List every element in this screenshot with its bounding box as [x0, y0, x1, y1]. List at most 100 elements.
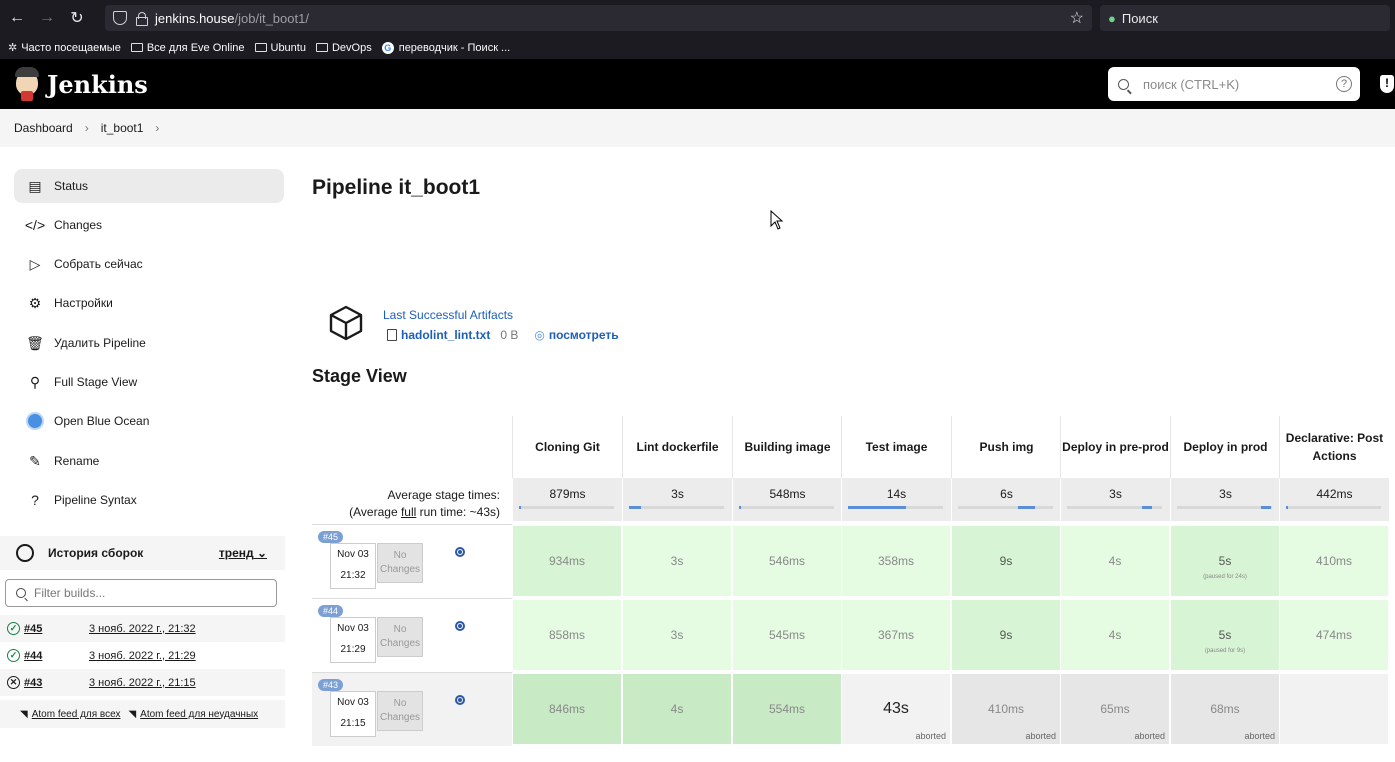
bookmark-star-icon[interactable]: ☆ — [1070, 8, 1084, 28]
avg-label-line1: Average stage times: — [387, 488, 500, 502]
forward-icon[interactable]: → — [34, 5, 60, 31]
build-date-link[interactable]: 3 нояб. 2022 г., 21:32 — [89, 623, 196, 635]
avg-label-line2: (Average full run time: ~43s) — [349, 505, 500, 519]
build-number-link[interactable]: #44 — [24, 650, 89, 662]
stage-cell[interactable]: 474ms — [1279, 599, 1389, 671]
bookmark-eve[interactable]: Все для Eve Online — [130, 42, 245, 54]
bookmark-devops[interactable]: DevOps — [315, 42, 372, 54]
jenkins-logo-icon[interactable] — [13, 67, 41, 101]
sidebar-item-pipeline-syntax[interactable]: ? Pipeline Syntax — [14, 483, 284, 517]
aborted-label: aborted — [1134, 731, 1165, 741]
stage-cell[interactable]: 858ms — [512, 599, 622, 671]
stage-cell[interactable]: 846ms — [512, 673, 622, 745]
bookmark-ubuntu[interactable]: Ubuntu — [254, 41, 306, 54]
sidebar-item-configure[interactable]: ⚙ Настройки — [14, 286, 284, 320]
build-badge[interactable]: #43 — [318, 679, 344, 691]
search-engine-icon: ● — [1108, 10, 1116, 26]
build-badge[interactable]: #45 — [318, 531, 344, 543]
breadcrumb: Dashboard › it_boot1 › — [0, 109, 1395, 147]
stage-cell[interactable]: 3s — [622, 525, 732, 597]
stage-cell[interactable]: 3s — [622, 599, 732, 671]
stage-average-bar-fill — [739, 506, 741, 509]
sidebar-item-changes[interactable]: </> Changes — [14, 208, 284, 242]
sidebar-item-label: Настройки — [54, 296, 113, 310]
build-row[interactable]: ✕ #43 3 нояб. 2022 г., 21:15 — [0, 669, 285, 696]
build-time: 21:15 — [340, 718, 366, 729]
stage-duration: 934ms — [548, 554, 586, 568]
breadcrumb-dashboard[interactable]: Dashboard — [14, 121, 73, 135]
last-successful-artifacts-link[interactable]: Last Successful Artifacts — [383, 308, 513, 322]
stage-cell[interactable]: 9s — [951, 525, 1061, 597]
build-number-link[interactable]: #45 — [24, 623, 89, 635]
stage-cell[interactable]: 4s — [1060, 525, 1170, 597]
browser-search[interactable]: ● Поиск — [1100, 5, 1390, 31]
build-date-link[interactable]: 3 нояб. 2022 г., 21:29 — [89, 650, 196, 662]
sidebar-item-build-now[interactable]: ▷ Собрать сейчас — [14, 247, 284, 281]
stage-cell[interactable]: 410ms aborted — [951, 673, 1061, 745]
build-row[interactable]: ✓ #45 3 нояб. 2022 г., 21:32 — [0, 615, 285, 642]
stage-cell[interactable]: 5s (paused for 24s) — [1170, 525, 1280, 597]
stage-cell[interactable]: 5s (paused for 9s) — [1170, 599, 1280, 671]
breadcrumb-job[interactable]: it_boot1 — [101, 121, 144, 135]
atom-feed-failed-link[interactable]: Atom feed для неудачных — [140, 709, 258, 720]
stage-cell[interactable]: 68ms aborted — [1170, 673, 1280, 745]
stage-cell[interactable]: 358ms — [841, 525, 951, 597]
build-date-box: Nov 03 21:32 — [330, 543, 376, 589]
stage-cell[interactable]: 554ms — [732, 673, 842, 745]
sidebar-item-blue-ocean[interactable]: Open Blue Ocean — [14, 404, 284, 438]
search-input[interactable]: поиск (CTRL+K) ? — [1108, 67, 1360, 101]
bookmark-translator[interactable]: Gпереводчик - Поиск ... — [381, 41, 510, 54]
stage-duration: 546ms — [768, 554, 806, 568]
trend-link[interactable]: тренд ⌄ — [219, 546, 267, 560]
stage-duration: 5s — [1218, 628, 1232, 642]
stage-cell[interactable]: 367ms — [841, 599, 951, 671]
stage-cell[interactable]: 65ms aborted — [1060, 673, 1170, 745]
artifact-name-link[interactable]: hadolint_lint.txt — [401, 328, 490, 342]
sidebar-item-label: Changes — [54, 218, 103, 232]
url-bar[interactable]: jenkins.house/job/it_boot1/ ☆ — [105, 5, 1092, 31]
stage-cell[interactable]: 545ms — [732, 599, 842, 671]
security-warning-icon[interactable]: ! — [1380, 75, 1394, 93]
sidebar-item-delete[interactable]: 🗑 Удалить Pipeline — [14, 326, 284, 360]
stage-average-bar — [629, 506, 724, 509]
back-icon[interactable]: ← — [4, 5, 30, 31]
stage-average-bar — [519, 506, 614, 509]
stage-cell[interactable]: 410ms — [1279, 525, 1389, 597]
build-row[interactable]: ✓ #44 3 нояб. 2022 г., 21:29 — [0, 642, 285, 669]
stage-cell[interactable]: 4s — [1060, 599, 1170, 671]
stage-cell[interactable]: 546ms — [732, 525, 842, 597]
filter-builds-input[interactable]: Filter builds... — [5, 579, 277, 607]
url-path: /job/it_boot1/ — [234, 10, 309, 26]
avg-full-link[interactable]: full — [401, 505, 416, 519]
stage-duration: 4s — [1108, 554, 1122, 568]
build-details-icon[interactable] — [455, 621, 465, 631]
bookmark-label: Ubuntu — [270, 41, 306, 54]
build-details-icon[interactable] — [455, 695, 465, 705]
reload-icon[interactable]: ↻ — [64, 5, 90, 31]
stage-average-bar — [958, 506, 1053, 509]
artifact-view-link[interactable]: посмотреть — [549, 328, 619, 342]
help-icon[interactable]: ? — [1336, 76, 1352, 92]
tracking-shield-icon[interactable] — [113, 11, 127, 25]
jenkins-title[interactable]: Jenkins — [47, 70, 148, 99]
no-changes-box: No Changes — [377, 617, 423, 657]
lock-icon[interactable] — [135, 12, 148, 26]
stage-cell[interactable]: 9s — [951, 599, 1061, 671]
sidebar-item-status[interactable]: ▤ Status — [14, 169, 284, 203]
browser-toolbar: ← → ↻ jenkins.house/job/it_boot1/ ☆ ● По… — [0, 0, 1395, 36]
chevron-right-icon[interactable]: › — [155, 121, 159, 135]
atom-feed-all-link[interactable]: Atom feed для всех — [32, 709, 121, 720]
build-date-link[interactable]: 3 нояб. 2022 г., 21:15 — [89, 677, 196, 689]
stage-cell[interactable]: 4s — [622, 673, 732, 745]
stage-cell[interactable]: 43s aborted — [841, 673, 951, 745]
stage-cell[interactable] — [1279, 673, 1389, 745]
sidebar-item-rename[interactable]: ✎ Rename — [14, 444, 284, 478]
build-badge[interactable]: #44 — [318, 605, 344, 617]
bookmark-frequent[interactable]: ✲ Часто посещаемые — [8, 41, 121, 55]
stage-cell[interactable]: 934ms — [512, 525, 622, 597]
build-details-icon[interactable] — [455, 547, 465, 557]
aborted-label: aborted — [1244, 731, 1275, 741]
build-number-link[interactable]: #43 — [24, 677, 89, 689]
sidebar-item-full-stage-view[interactable]: ⚲ Full Stage View — [14, 365, 284, 399]
stage-duration: 5s — [1218, 554, 1232, 568]
